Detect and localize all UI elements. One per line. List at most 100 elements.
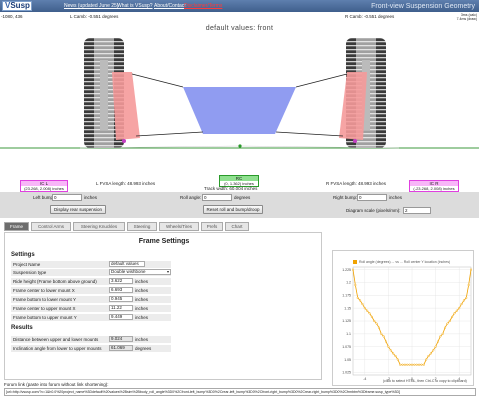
data-point: [418, 363, 421, 366]
diagram-title: default values: front: [205, 25, 274, 32]
data-point: [387, 345, 390, 348]
lower-mount-x-input[interactable]: 6.693: [109, 287, 133, 293]
nav-about-link[interactable]: About/Contact: [154, 3, 186, 9]
suspension-diagram[interactable]: [0, 20, 479, 156]
left-fvsa-length: L FVSA length: 48.993 inches: [96, 181, 156, 186]
roll-angle-label: Roll angle:: [180, 195, 202, 200]
data-point: [443, 326, 447, 329]
tab-wheels-tires[interactable]: Wheels/Tires: [159, 222, 199, 231]
data-point: [377, 326, 381, 329]
left-knuckle: [112, 72, 140, 140]
ride-height-unit: inches: [135, 279, 149, 284]
left-camber-readout: L Camb: -0.551 degrees: [70, 14, 119, 19]
y-tick-label: 1.075: [342, 345, 351, 349]
data-point: [462, 299, 465, 302]
diagram-scale-input[interactable]: 2: [403, 207, 431, 214]
y-tick-label: 1.05: [344, 358, 351, 362]
data-point: [368, 312, 371, 315]
data-point: [361, 302, 364, 306]
data-point: [389, 349, 392, 352]
y-tick-label: 1.025: [342, 371, 351, 375]
ride-height-input[interactable]: 3.622: [109, 278, 133, 284]
roll-center-chart[interactable]: Roll angle (degrees) ... vs ... Roll cen…: [332, 250, 474, 386]
data-point: [458, 307, 461, 310]
panel-title: Frame Settings: [138, 238, 190, 245]
left-bump-unit: inches: [84, 195, 98, 200]
data-point: [373, 319, 376, 323]
data-point: [434, 345, 437, 348]
data-point: [354, 283, 357, 287]
right-bump-unit: inches: [389, 195, 403, 200]
data-point: [366, 309, 369, 312]
y-tick-label: 1.2: [346, 281, 351, 285]
control-strip: Left bump: 0 inches Roll angle: 0 degree…: [0, 192, 479, 218]
row-project-name: Project Name: [11, 261, 171, 268]
tab-frame[interactable]: Frame: [4, 222, 29, 231]
tab-control-arms[interactable]: Control Arms: [31, 222, 71, 231]
right-fvsa-length: R FVSA length: 48.993 inches: [326, 181, 387, 186]
data-point: [427, 354, 430, 358]
y-tick-label: 1.125: [342, 319, 351, 323]
vsusp-logo[interactable]: VSusp: [2, 1, 32, 11]
ic-left-box: IC L (23.268, 2.008) inches: [20, 180, 68, 192]
data-point: [394, 354, 397, 358]
data-point: [422, 363, 425, 366]
data-point: [359, 299, 362, 302]
data-point: [465, 296, 468, 299]
tab-steering[interactable]: Steering: [127, 222, 157, 231]
reset-roll-button[interactable]: Reset roll and bump/droop: [203, 205, 263, 214]
lower-mount-x-unit: inches: [135, 288, 149, 293]
frame-settings-panel: Frame Settings Settings Project Name def…: [4, 232, 322, 380]
data-point: [453, 312, 456, 315]
data-point: [396, 358, 399, 361]
forum-link-label: Forum link (paste into forum without lin…: [4, 382, 109, 387]
ic-right-box: IC R (-23.268, 2.008) inches: [409, 180, 459, 192]
data-point: [413, 363, 416, 366]
upper-mount-y-unit: inches: [135, 315, 149, 320]
y-tick-label: 1.1: [346, 332, 351, 336]
tab-steering-knuckles[interactable]: Steering Knuckles: [73, 222, 125, 231]
suspension-type-select[interactable]: Double wishbone ▾: [109, 269, 171, 275]
data-point: [403, 363, 406, 366]
nav-disclaimer-link[interactable]: Disclaimer/Terms: [184, 3, 222, 9]
frame-body: [183, 87, 296, 134]
data-point: [356, 296, 359, 299]
nav-news-link[interactable]: News (updated June 25): [64, 3, 118, 9]
data-point: [425, 358, 428, 361]
y-tick-label: 1.225: [342, 268, 351, 272]
y-tick-label: 1.15: [344, 306, 351, 310]
upper-mount-x-unit: inches: [135, 306, 149, 311]
tab-prefs[interactable]: Prefs: [201, 222, 223, 231]
data-point: [429, 352, 432, 355]
settings-heading: Settings: [11, 252, 35, 258]
diagram-scale-label: Diagram scale (pixels/mm):: [346, 208, 401, 213]
inclination-angle-unit: degrees: [135, 346, 152, 351]
data-point: [469, 268, 473, 271]
right-knuckle: [339, 72, 367, 140]
left-bump-input[interactable]: 0: [52, 194, 82, 201]
data-point: [375, 322, 378, 325]
data-point: [446, 322, 449, 325]
data-point: [392, 352, 395, 355]
lower-mount-y-input[interactable]: 0.945: [109, 296, 133, 302]
upper-mount-y-input[interactable]: 9.449: [109, 314, 133, 320]
forum-link-field[interactable]: [url=http://vsusp.com/?v=1&h0.0%20projec…: [4, 388, 476, 396]
y-tick-label: 1.175: [342, 293, 351, 297]
data-point: [415, 363, 418, 366]
roll-angle-input[interactable]: 0: [202, 194, 232, 201]
display-rear-button[interactable]: Display rear suspension: [50, 205, 106, 214]
right-bump-input[interactable]: 0: [357, 194, 387, 201]
inclination-angle-value: 61.069: [109, 345, 133, 351]
project-name-input[interactable]: default values: [109, 261, 145, 267]
upper-mount-x-input[interactable]: 11.22: [109, 305, 133, 311]
mouse-coordinates: -1080, 436: [1, 14, 23, 19]
data-point: [460, 302, 463, 306]
data-point: [380, 332, 383, 335]
tab-chart[interactable]: Chart: [225, 222, 249, 231]
data-point: [448, 319, 451, 323]
data-point: [384, 340, 388, 343]
nav-what-is-link[interactable]: What is VSusp?: [117, 3, 153, 9]
data-point: [408, 363, 411, 366]
mount-distance-unit: inches: [135, 337, 149, 342]
data-point: [420, 363, 423, 366]
